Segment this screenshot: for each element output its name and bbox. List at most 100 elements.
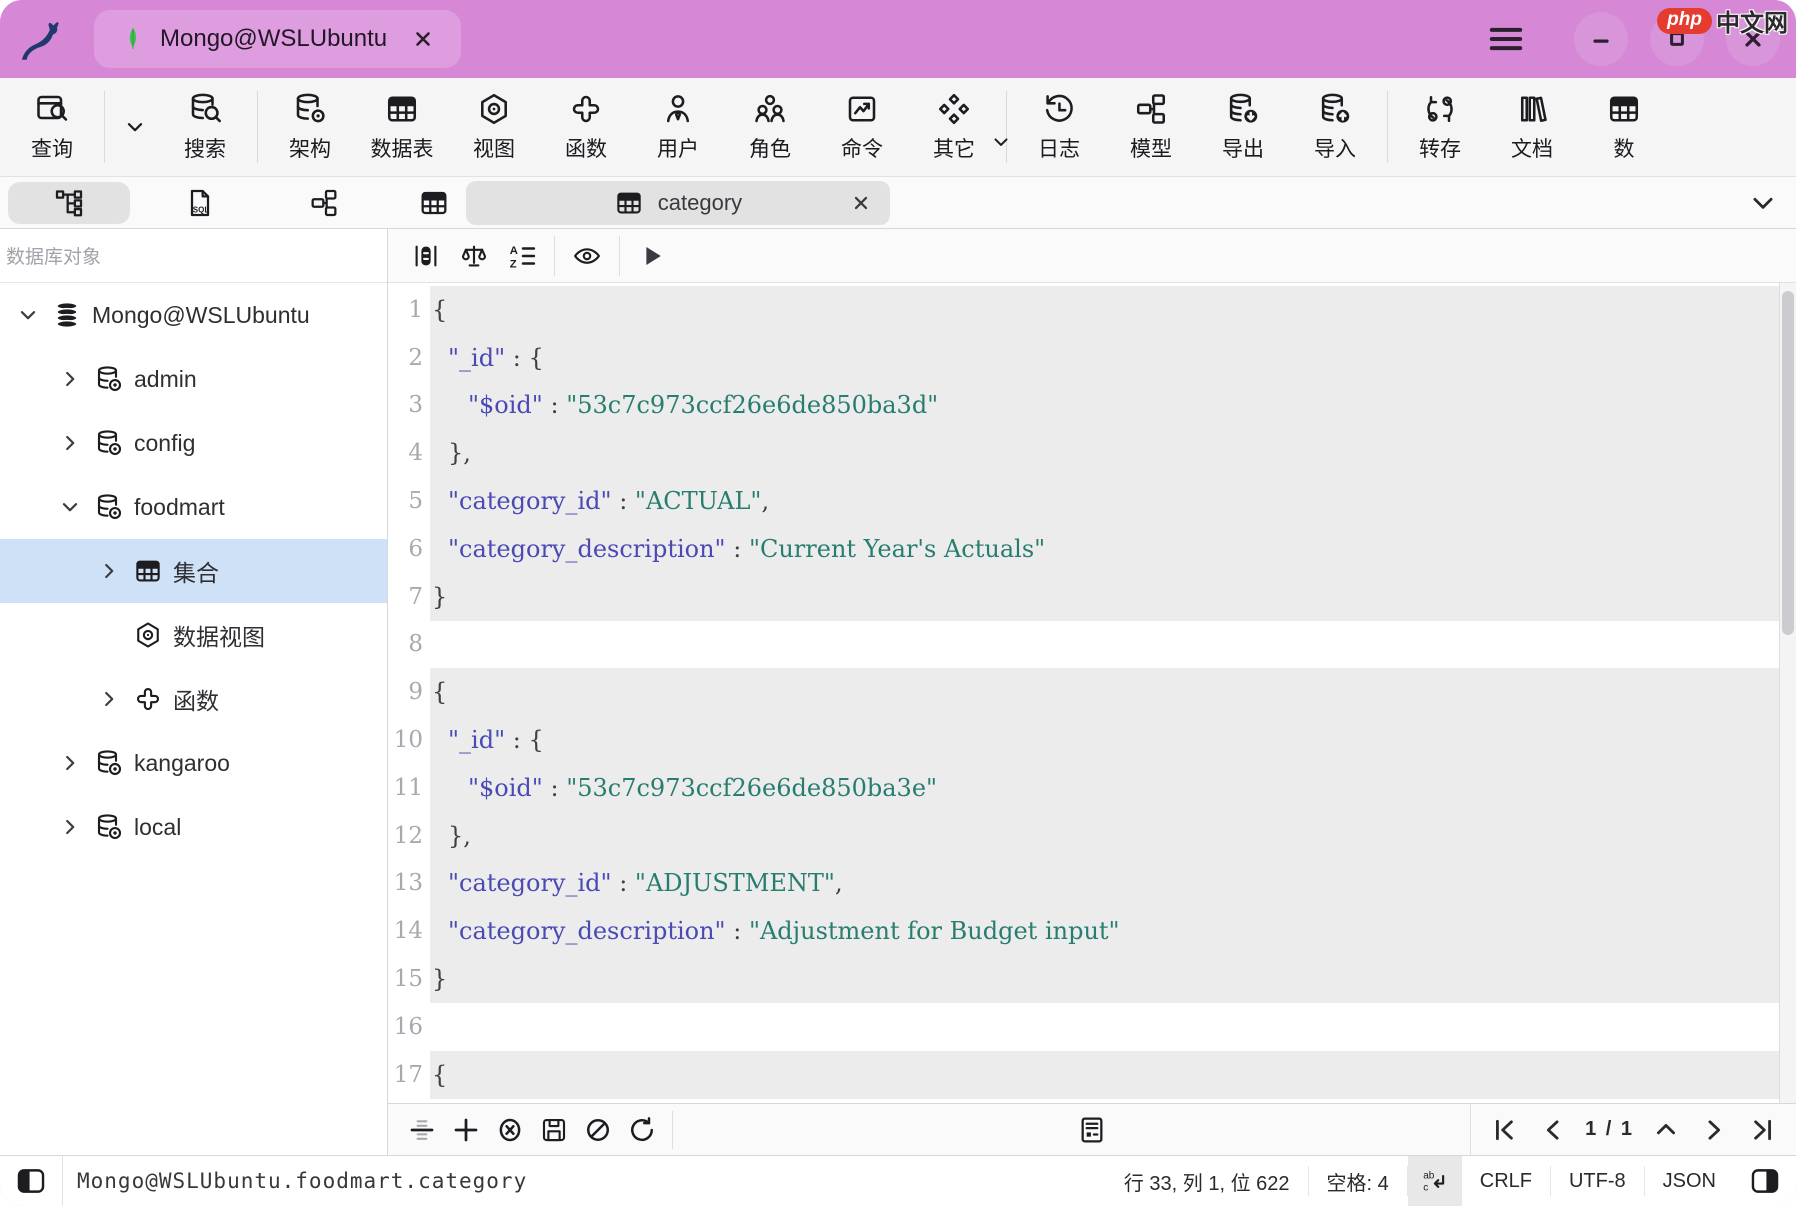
toolbar-log-button[interactable]: 日志 [1013, 85, 1105, 169]
tree-item-data-views[interactable]: 数据视图 [0, 603, 387, 667]
grid-options-button[interactable] [400, 1115, 444, 1145]
code-line-text[interactable]: "category_id" : "ADJUSTMENT", [430, 860, 1779, 908]
code-line: 8 [388, 621, 1779, 669]
category-tab[interactable]: category [466, 181, 890, 225]
object-filter-input[interactable]: 数据库对象 [0, 229, 387, 283]
code-line-text[interactable]: { [430, 668, 1779, 716]
tree-item-connection-mongo-wslubuntu[interactable]: Mongo@WSLUbuntu [0, 283, 387, 347]
next-page-button[interactable] [1694, 1116, 1734, 1144]
code-line-text[interactable]: }, [430, 812, 1779, 860]
tree-item-functions[interactable]: 函数 [0, 667, 387, 731]
toggle-right-panel-icon[interactable] [1734, 1164, 1796, 1198]
code-line-text[interactable]: "category_id" : "ACTUAL", [430, 477, 1779, 525]
tree-item-db-config[interactable]: config [0, 411, 387, 475]
toolbar-import-button[interactable]: 导入 [1289, 85, 1381, 169]
run-button[interactable] [628, 241, 676, 271]
code-line-text[interactable]: "category_description" : "Current Year's… [430, 525, 1779, 573]
save-record-button[interactable] [532, 1115, 576, 1145]
word-wrap-icon[interactable]: abc [1408, 1156, 1462, 1206]
tree-item-db-foodmart[interactable]: foodmart [0, 475, 387, 539]
chevron-down-icon[interactable] [56, 495, 84, 519]
chevron-right-icon[interactable] [56, 367, 84, 391]
line-number: 13 [388, 870, 430, 896]
chevron-right-icon[interactable] [95, 559, 123, 583]
model-view-button[interactable] [308, 187, 340, 219]
aggregate-button[interactable] [450, 241, 498, 271]
toolbar-model-button[interactable]: 模型 [1105, 85, 1197, 169]
editor-toolbar-separator [554, 236, 555, 276]
tree-item-db-local[interactable]: local [0, 795, 387, 859]
refresh-button[interactable] [620, 1115, 664, 1145]
line-ending[interactable]: CRLF [1462, 1156, 1550, 1206]
toolbar-dump-button[interactable]: 转存 [1394, 85, 1486, 169]
toolbar-schema-button[interactable]: 架构 [264, 85, 356, 169]
database-tree: Mongo@WSLUbuntuadminconfigfoodmart集合数据视图… [0, 283, 387, 859]
code-line-text[interactable] [430, 1003, 1779, 1051]
last-page-button[interactable] [1742, 1116, 1782, 1144]
chevron-right-icon[interactable] [95, 687, 123, 711]
line-number: 2 [388, 345, 430, 371]
tree-item-db-kangaroo[interactable]: kangaroo [0, 731, 387, 795]
toolbar-search-button[interactable]: 搜索 [159, 85, 251, 169]
code-line-text[interactable]: "category_description" : "Adjustment for… [430, 907, 1779, 955]
menu-hamburger-icon[interactable] [1486, 19, 1526, 59]
page-up-button[interactable] [1646, 1116, 1686, 1144]
chevron-right-icon[interactable] [56, 815, 84, 839]
tree-item-db-admin[interactable]: admin [0, 347, 387, 411]
json-code-area[interactable]: 1{2"_id" : {3"$oid" : "53c7c973ccf26e6de… [388, 283, 1796, 1103]
new-object-dropdown-button[interactable] [111, 115, 159, 139]
tab-overflow-chevron-icon[interactable] [1748, 188, 1778, 218]
tree-item-collections[interactable]: 集合 [0, 539, 387, 603]
toolbar-datagen-button[interactable]: 数 [1578, 85, 1670, 169]
add-record-button[interactable] [444, 1115, 488, 1145]
toolbar-table-button[interactable]: 数据表 [356, 85, 448, 169]
cursor-position[interactable]: 行 33, 列 1, 位 622 [1106, 1156, 1308, 1206]
query-file-button[interactable]: SQL [184, 187, 216, 219]
code-line-text[interactable]: "$oid" : "53c7c973ccf26e6de850ba3d" [430, 382, 1779, 430]
toolbar-function-button[interactable]: 函数 [540, 85, 632, 169]
code-line-text[interactable]: "_id" : { [430, 334, 1779, 382]
connection-tab-close-icon[interactable] [411, 27, 435, 51]
toggle-left-panel-icon[interactable] [0, 1164, 62, 1198]
toolbar-user-button[interactable]: 用户 [632, 85, 724, 169]
code-line-text[interactable]: } [430, 955, 1779, 1003]
chevron-right-icon[interactable] [56, 431, 84, 455]
encoding[interactable]: UTF-8 [1551, 1156, 1644, 1206]
toolbar-docs-button[interactable]: 文档 [1486, 85, 1578, 169]
code-line-text[interactable]: } [430, 573, 1779, 621]
toolbar-role-button[interactable]: 角色 [724, 85, 816, 169]
code-line-text[interactable]: "$oid" : "53c7c973ccf26e6de850ba3e" [430, 764, 1779, 812]
object-tree-button[interactable] [8, 182, 130, 224]
form-view-icon[interactable] [1076, 1114, 1108, 1146]
vertical-scrollbar[interactable] [1779, 283, 1796, 1103]
record-toolbar: 1 / 1 [388, 1103, 1796, 1155]
code-line-text[interactable]: { [430, 1051, 1779, 1099]
connection-tab[interactable]: Mongo@WSLUbuntu [94, 10, 461, 68]
category-tab-close-icon[interactable] [850, 192, 872, 214]
code-line-text[interactable] [430, 621, 1779, 669]
syntax-mode[interactable]: JSON [1645, 1156, 1734, 1206]
previous-page-button[interactable] [1533, 1116, 1573, 1144]
toolbar-export-button[interactable]: 导出 [1197, 85, 1289, 169]
code-line: 5"category_id" : "ACTUAL", [388, 477, 1779, 525]
preview-button[interactable] [563, 241, 611, 271]
toolbar-query-button[interactable]: 查询 [6, 85, 98, 169]
code-line-text[interactable]: "_id" : { [430, 716, 1779, 764]
minimize-button[interactable] [1574, 12, 1628, 66]
records-view-button[interactable] [402, 241, 450, 271]
toolbar-view-button[interactable]: 视图 [448, 85, 540, 169]
sort-button[interactable]: AZ [498, 241, 546, 271]
objects-tab[interactable] [418, 187, 450, 219]
discard-changes-button[interactable] [576, 1115, 620, 1145]
toolbar-command-button[interactable]: 命令 [816, 85, 908, 169]
delete-record-button[interactable] [488, 1115, 532, 1145]
toolbar-other-button[interactable]: 其它 [908, 85, 1000, 169]
line-number: 10 [388, 727, 430, 753]
indent-setting[interactable]: 空格: 4 [1309, 1156, 1407, 1206]
code-line-text[interactable]: { [430, 286, 1779, 334]
first-page-button[interactable] [1485, 1116, 1525, 1144]
code-line-text[interactable]: }, [430, 429, 1779, 477]
chevron-down-icon[interactable] [14, 303, 42, 327]
chevron-right-icon[interactable] [56, 751, 84, 775]
scrollbar-thumb[interactable] [1782, 291, 1794, 635]
